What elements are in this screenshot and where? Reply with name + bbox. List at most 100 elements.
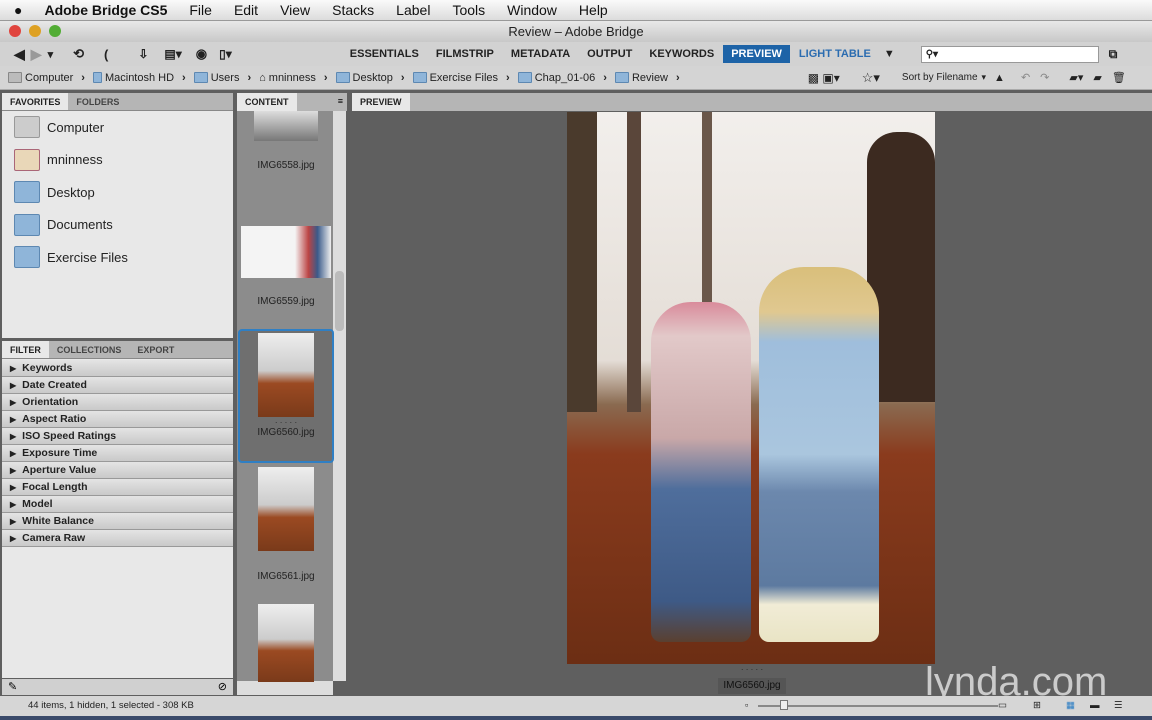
rotate-left-icon[interactable]: ↶ bbox=[1021, 71, 1030, 84]
horizontal-scrollbar[interactable] bbox=[237, 681, 333, 695]
boomerang-icon[interactable]: ( bbox=[104, 47, 108, 62]
lock-grid-icon[interactable]: ⊞ bbox=[1033, 696, 1041, 716]
slider-handle[interactable] bbox=[780, 700, 788, 710]
path-review[interactable]: Review › bbox=[614, 72, 680, 84]
path-desktop[interactable]: Desktop › bbox=[335, 72, 405, 84]
filter-model[interactable]: Model bbox=[2, 496, 233, 513]
zoom-out-icon[interactable]: ▫ bbox=[745, 696, 748, 716]
quality-icon[interactable]: ▩ ▣▾ bbox=[808, 71, 840, 85]
favorite-documents[interactable]: Documents bbox=[2, 209, 233, 242]
favorite-computer[interactable]: Computer bbox=[2, 111, 233, 144]
workspace-menu-icon[interactable]: ▼ bbox=[884, 48, 895, 60]
output-icon[interactable]: ▯▾ bbox=[219, 47, 232, 61]
favorite-label: Documents bbox=[47, 217, 113, 233]
get-photos-icon[interactable]: ⇩ bbox=[138, 47, 148, 61]
reveal-recent-icon[interactable]: ⟲ bbox=[73, 46, 84, 62]
favorite-desktop[interactable]: Desktop bbox=[2, 176, 233, 209]
tab-collections[interactable]: COLLECTIONS bbox=[49, 341, 130, 358]
filter-aperture[interactable]: Aperture Value bbox=[2, 462, 233, 479]
workspace-essentials[interactable]: ESSENTIALS bbox=[342, 45, 427, 63]
filter-focal-length[interactable]: Focal Length bbox=[2, 479, 233, 496]
filter-keywords[interactable]: Keywords bbox=[2, 360, 233, 377]
menu-stacks[interactable]: Stacks bbox=[332, 2, 374, 18]
path-label: Exercise Files bbox=[429, 71, 499, 84]
sort-dropdown[interactable]: Sort by Filename bbox=[902, 72, 978, 83]
view-thumbnails-icon[interactable]: ▦ bbox=[1066, 696, 1075, 716]
zoom-in-icon[interactable]: ▭ bbox=[998, 696, 1007, 716]
filter-panel: FILTERCOLLECTIONSEXPORT Keywords Date Cr… bbox=[2, 341, 233, 678]
workspace-light-table[interactable]: LIGHT TABLE bbox=[791, 45, 879, 63]
apple-menu-icon[interactable]: ● bbox=[14, 2, 22, 18]
view-details-icon[interactable]: ▬ bbox=[1090, 696, 1100, 716]
thumbnail-next[interactable] bbox=[238, 604, 334, 682]
tab-content[interactable]: CONTENT bbox=[237, 93, 297, 111]
workspace-metadata[interactable]: METADATA bbox=[503, 45, 578, 63]
search-input[interactable]: ⚲▾ bbox=[920, 45, 1099, 63]
tab-favorites[interactable]: FAVORITES bbox=[2, 93, 69, 110]
thumbnail-img6560-selected[interactable]: · · · · · IMG6560.jpg bbox=[238, 329, 334, 463]
menu-edit[interactable]: Edit bbox=[234, 2, 258, 18]
sort-ascending-icon[interactable]: ▲ bbox=[994, 72, 1005, 84]
new-folder-icon[interactable]: ▰ bbox=[1093, 71, 1101, 84]
open-recent-folder-icon[interactable]: ▰▾ bbox=[1069, 71, 1083, 84]
window-title: Review – Adobe Bridge bbox=[508, 24, 644, 39]
open-in-camera-raw-icon[interactable]: ◉ bbox=[196, 46, 207, 62]
zoom-button[interactable] bbox=[49, 25, 61, 37]
path-exercise-files[interactable]: Exercise Files › bbox=[412, 71, 510, 84]
view-list-icon[interactable]: ☰ bbox=[1114, 696, 1123, 716]
close-button[interactable] bbox=[9, 25, 21, 37]
favorite-exercise-files[interactable]: Exercise Files bbox=[2, 241, 233, 274]
tab-filter[interactable]: FILTER bbox=[2, 341, 49, 358]
forward-icon[interactable]: ▶ bbox=[31, 46, 42, 63]
path-macintosh-hd[interactable]: Macintosh HD › bbox=[92, 72, 186, 84]
filter-orientation[interactable]: Orientation bbox=[2, 394, 233, 411]
menu-window[interactable]: Window bbox=[507, 2, 557, 18]
trash-icon[interactable]: 🗑 bbox=[1112, 71, 1126, 84]
workspace-preview[interactable]: PREVIEW bbox=[723, 45, 790, 63]
filter-iso[interactable]: ISO Speed Ratings bbox=[2, 428, 233, 445]
recent-dropdown-icon[interactable]: ▾ bbox=[48, 48, 54, 61]
star-filter-icon[interactable]: ☆▾ bbox=[862, 70, 880, 86]
filter-white-balance[interactable]: White Balance bbox=[2, 513, 233, 530]
menu-help[interactable]: Help bbox=[579, 2, 608, 18]
preview-image[interactable] bbox=[567, 112, 935, 664]
filter-exposure-time[interactable]: Exposure Time bbox=[2, 445, 233, 462]
workspace-filmstrip[interactable]: FILMSTRIP bbox=[428, 45, 502, 63]
thumbnail-size-slider[interactable] bbox=[758, 700, 998, 710]
path-computer[interactable]: Computer › bbox=[8, 72, 85, 84]
menu-file[interactable]: File bbox=[189, 2, 212, 18]
workspace-output[interactable]: OUTPUT bbox=[579, 45, 640, 63]
tab-preview[interactable]: PREVIEW bbox=[352, 93, 410, 111]
path-chap[interactable]: Chap_01-06 › bbox=[517, 72, 607, 84]
thumbnail-img6559[interactable]: IMG6559.jpg bbox=[238, 226, 334, 307]
scroll-thumb[interactable] bbox=[335, 271, 344, 331]
back-icon[interactable]: ◀ bbox=[14, 46, 25, 63]
thumbnail-img6558[interactable]: IMG6558.jpg bbox=[238, 111, 334, 171]
path-mninness[interactable]: ⌂ mninness › bbox=[259, 72, 327, 84]
panel-menu-icon[interactable]: ≡ bbox=[338, 96, 343, 106]
filter-date-created[interactable]: Date Created bbox=[2, 377, 233, 394]
tab-export[interactable]: EXPORT bbox=[129, 341, 182, 358]
menu-label[interactable]: Label bbox=[396, 2, 430, 18]
app-menu[interactable]: Adobe Bridge CS5 bbox=[44, 2, 167, 18]
compact-mode-icon[interactable]: ⧉ bbox=[1109, 47, 1118, 62]
minimize-button[interactable] bbox=[29, 25, 41, 37]
menu-view[interactable]: View bbox=[280, 2, 310, 18]
path-users[interactable]: Users › bbox=[193, 72, 251, 84]
favorite-mninness[interactable]: mninness bbox=[2, 144, 233, 177]
rotate-right-icon[interactable]: ↷ bbox=[1040, 71, 1049, 84]
status-text: 44 items, 1 hidden, 1 selected - 308 KB bbox=[28, 700, 194, 711]
vertical-scrollbar[interactable] bbox=[333, 111, 346, 681]
filter-camera-raw[interactable]: Camera Raw bbox=[2, 530, 233, 547]
refine-icon[interactable]: ▤▾ bbox=[164, 47, 181, 61]
tab-folders[interactable]: FOLDERS bbox=[68, 93, 127, 110]
filter-aspect-ratio[interactable]: Aspect Ratio bbox=[2, 411, 233, 428]
thumbnail-rating[interactable]: · · · · · bbox=[240, 418, 332, 427]
thumbnail-img6561[interactable]: IMG6561.jpg bbox=[238, 467, 334, 582]
menu-tools[interactable]: Tools bbox=[452, 2, 485, 18]
pin-icon[interactable]: ✎ bbox=[8, 681, 17, 693]
sort-dropdown-icon[interactable]: ▾ bbox=[982, 72, 987, 83]
workspace-keywords[interactable]: KEYWORDS bbox=[641, 45, 722, 63]
clear-filter-icon[interactable]: ⊘ bbox=[218, 679, 227, 695]
tree-trunk bbox=[567, 112, 597, 412]
